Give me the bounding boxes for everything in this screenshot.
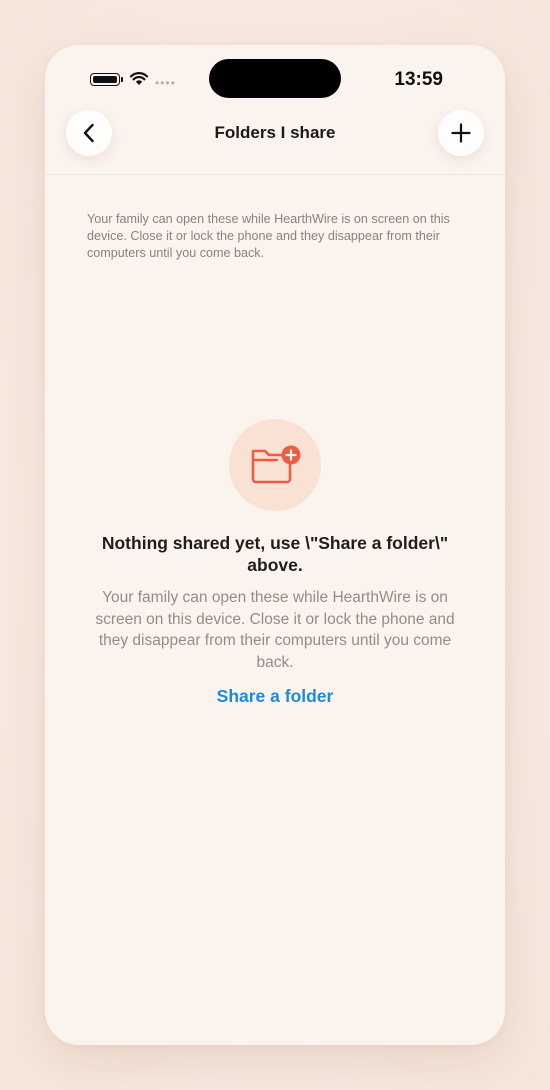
folder-add-icon: [251, 445, 301, 484]
status-time: 13:59: [394, 69, 443, 90]
status-bar: •••• 13:59: [45, 45, 505, 115]
wifi-icon: [129, 72, 149, 85]
add-folder-button[interactable]: [438, 110, 484, 156]
signal-icon: ••••: [155, 76, 176, 90]
battery-icon: [90, 73, 123, 86]
dynamic-island: [209, 59, 341, 98]
intro-description: Your family can open these while HearthW…: [87, 212, 450, 260]
phone-screen: •••• 13:59 Folders I share Your family c…: [45, 45, 505, 1045]
empty-state-description: Your family can open these while HearthW…: [95, 589, 455, 671]
empty-state-title: Nothing shared yet, use \"Share a folder…: [101, 533, 449, 575]
page-title: Folders I share: [214, 123, 336, 142]
plus-icon: [451, 123, 471, 143]
empty-state-icon-circle: [229, 419, 321, 511]
navigation-bar: Folders I share: [45, 109, 505, 175]
share-folder-link[interactable]: Share a folder: [45, 686, 505, 707]
